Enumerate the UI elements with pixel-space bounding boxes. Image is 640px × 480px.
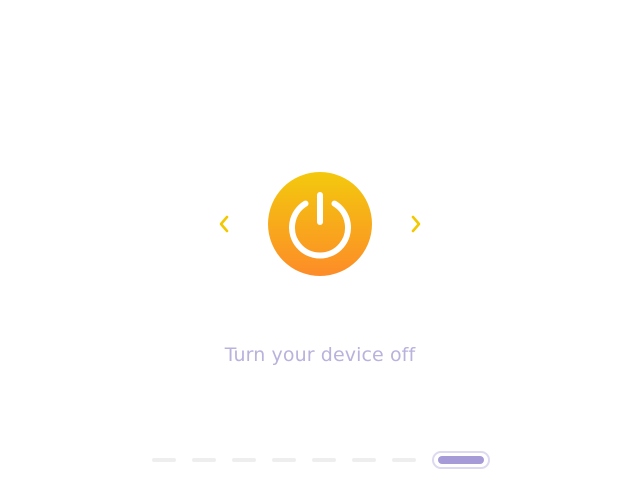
page-dot-1[interactable] bbox=[152, 458, 176, 462]
chevron-left-icon bbox=[219, 215, 229, 233]
page-dot-8-active[interactable] bbox=[432, 451, 490, 469]
power-icon bbox=[268, 172, 372, 276]
page-dot-2[interactable] bbox=[192, 458, 216, 462]
power-icon-badge bbox=[268, 172, 372, 276]
page-dot-4[interactable] bbox=[272, 458, 296, 462]
page-indicator bbox=[152, 451, 492, 469]
chevron-right-icon bbox=[411, 215, 421, 233]
slide-caption: Turn your device off bbox=[224, 344, 416, 366]
page-dot-3[interactable] bbox=[232, 458, 256, 462]
previous-slide-button[interactable] bbox=[212, 212, 236, 236]
active-page-bar bbox=[438, 456, 484, 464]
page-dot-5[interactable] bbox=[312, 458, 336, 462]
page-dot-6[interactable] bbox=[352, 458, 376, 462]
onboarding-screen: Turn your device off bbox=[0, 0, 640, 480]
page-dot-7[interactable] bbox=[392, 458, 416, 462]
next-slide-button[interactable] bbox=[404, 212, 428, 236]
